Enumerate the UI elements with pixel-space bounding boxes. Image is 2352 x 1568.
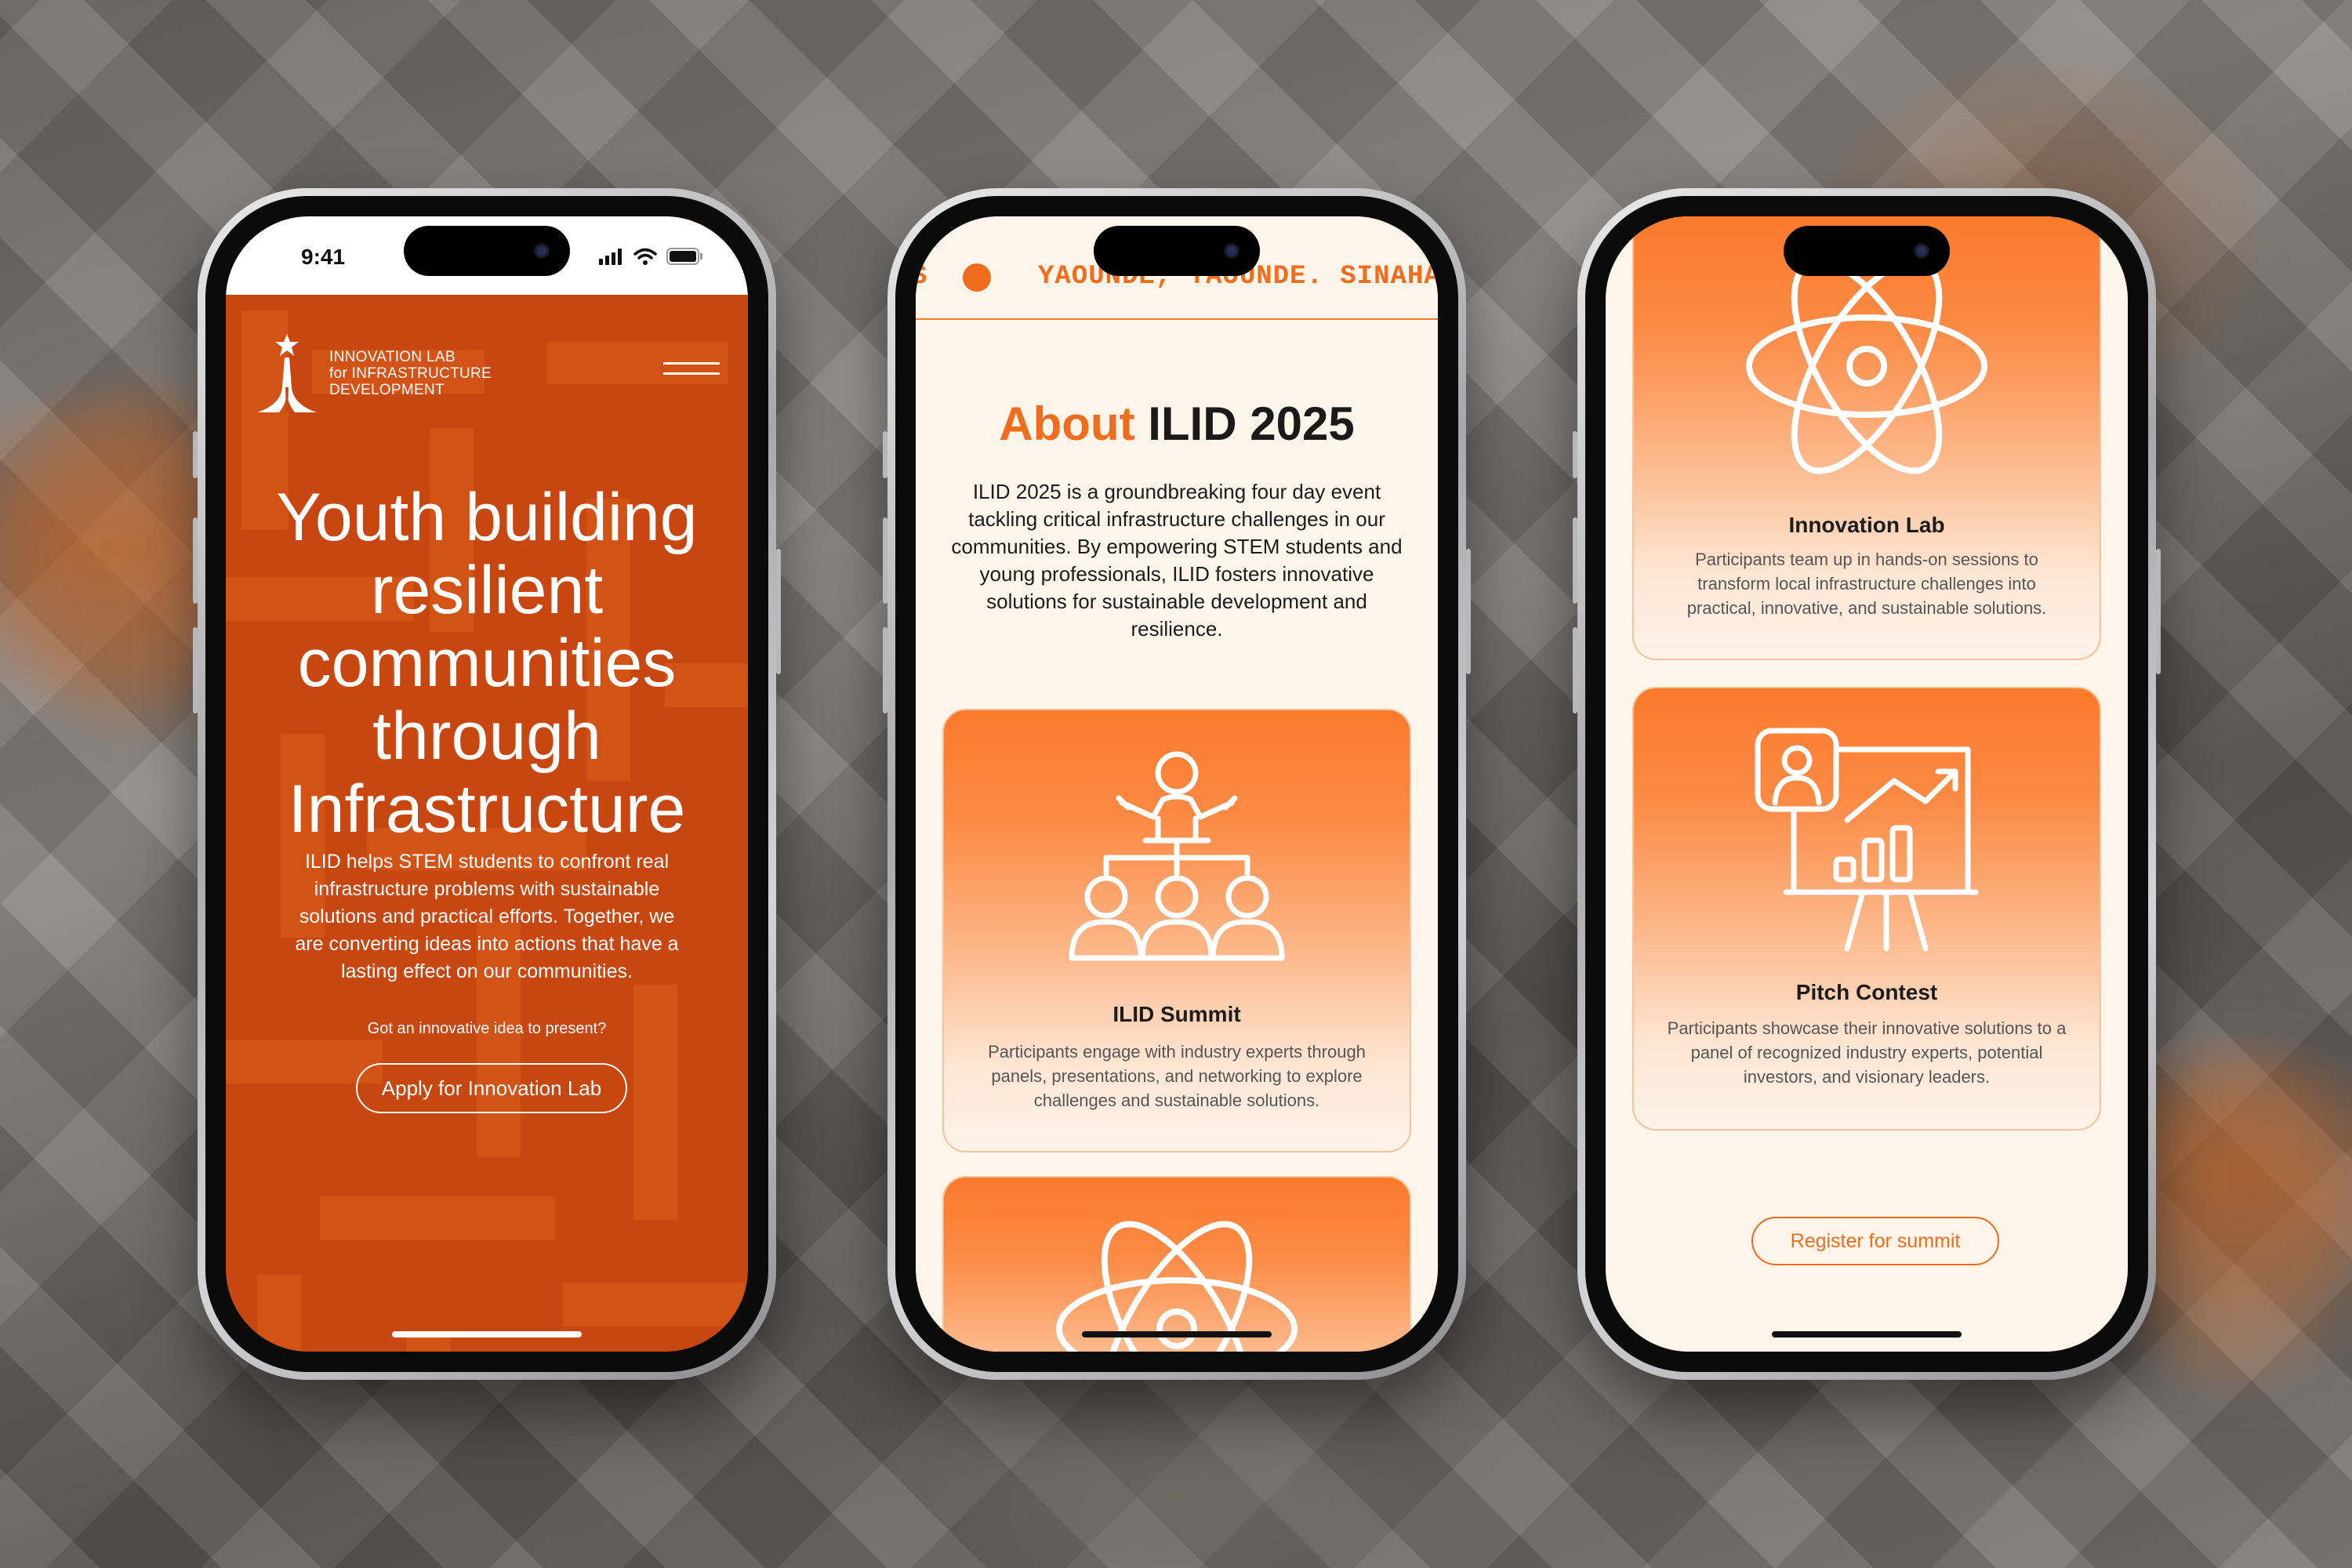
phone-side-button	[193, 431, 198, 478]
about-screen: S YAOUNDE, YAOUNDE. SINAHA About ILID 20…	[916, 216, 1438, 1352]
logo[interactable]: INNOVATION LAB for INFRASTRUCTURE DEVELO…	[256, 332, 492, 414]
cta-prompt: Got an innovative idea to present?	[367, 1020, 607, 1037]
phone-power-button	[776, 549, 781, 674]
battery-icon	[666, 248, 702, 265]
phone-volume-button	[883, 627, 887, 713]
status-time: 9:41	[301, 245, 346, 269]
register-summit-button[interactable]: Register for summit	[1751, 1217, 1999, 1265]
hero-title: Youth building resilient communities thr…	[241, 481, 732, 846]
phone-home: 9:41 INNOVATION LAB for INFRASTRUCTURE D…	[193, 188, 781, 1380]
logo-line: DEVELOPMENT	[329, 381, 445, 398]
wifi-icon	[633, 248, 657, 265]
innovation-lab-card[interactable]	[942, 1176, 1411, 1352]
about-title: About ILID 2025	[916, 397, 1438, 451]
phone-programs: Innovation Lab Participants team up in h…	[1573, 188, 2161, 1380]
phone-power-button	[2156, 549, 2161, 674]
phone-volume-button	[193, 627, 198, 713]
home-indicator[interactable]	[1082, 1331, 1272, 1338]
tower-star-icon	[257, 334, 317, 412]
card-description: Participants engage with industry expert…	[988, 1042, 1366, 1110]
presentation-chart-icon	[1755, 728, 1979, 952]
hero-title-line: through	[372, 699, 601, 774]
card-title: Innovation Lab	[1788, 513, 1945, 537]
camera-icon	[1914, 243, 1929, 259]
hero-title-line: communities	[297, 626, 677, 701]
dynamic-island	[404, 226, 570, 276]
phone-volume-button	[1573, 627, 1577, 713]
home-indicator[interactable]	[1772, 1331, 1962, 1338]
phone-volume-button	[1573, 517, 1577, 604]
speaker-audience-icon	[1069, 751, 1285, 961]
phone-power-button	[1466, 549, 1471, 674]
phone-side-button	[883, 431, 887, 478]
programs-screen: Innovation Lab Participants team up in h…	[1606, 216, 2128, 1352]
ticker-dot	[963, 263, 991, 292]
camera-icon	[1224, 243, 1240, 259]
card-description: Participants team up in hands-on session…	[1686, 550, 2047, 618]
hero-title-line: Infrastructure	[288, 771, 686, 847]
about-title-rest: ILID 2025	[1148, 397, 1355, 450]
signal-icon	[599, 249, 622, 265]
logo-line: INNOVATION LAB	[329, 348, 456, 365]
dynamic-island	[1094, 226, 1260, 276]
apply-innovation-lab-button[interactable]: Apply for Innovation Lab	[356, 1063, 627, 1113]
ticker-text: S	[916, 262, 927, 292]
hero-title-line: Youth building	[276, 480, 698, 555]
pitch-contest-card[interactable]: Pitch Contest Participants showcase thei…	[1632, 687, 2101, 1131]
innovation-lab-card[interactable]: Innovation Lab Participants team up in h…	[1632, 216, 2101, 660]
home-screen: 9:41 INNOVATION LAB for INFRASTRUCTURE D…	[226, 216, 748, 1352]
phone-side-button	[1573, 431, 1577, 478]
phone-volume-button	[883, 517, 887, 604]
camera-icon	[534, 243, 550, 259]
logo-line: for INFRASTRUCTURE	[329, 365, 492, 382]
phone-volume-button	[193, 517, 198, 604]
card-title: Pitch Contest	[1795, 980, 1938, 1004]
dynamic-island	[1784, 226, 1950, 276]
card-description: Participants showcase their innovative s…	[1667, 1018, 2067, 1087]
about-description: ILID 2025 is a groundbreaking four day e…	[951, 480, 1403, 641]
summit-card[interactable]: ILID Summit Participants engage with ind…	[942, 709, 1411, 1152]
phone-about: S YAOUNDE, YAOUNDE. SINAHA About ILID 20…	[883, 188, 1471, 1380]
atom-icon	[1746, 258, 1987, 474]
hero-title-line: resilient	[370, 553, 604, 628]
about-title-accent: About	[999, 397, 1135, 450]
hamburger-menu-icon[interactable]	[663, 362, 720, 376]
card-title: ILID Summit	[1112, 1002, 1241, 1026]
home-indicator[interactable]	[392, 1331, 582, 1338]
hero-description: ILID helps STEM students to confront rea…	[295, 851, 679, 982]
